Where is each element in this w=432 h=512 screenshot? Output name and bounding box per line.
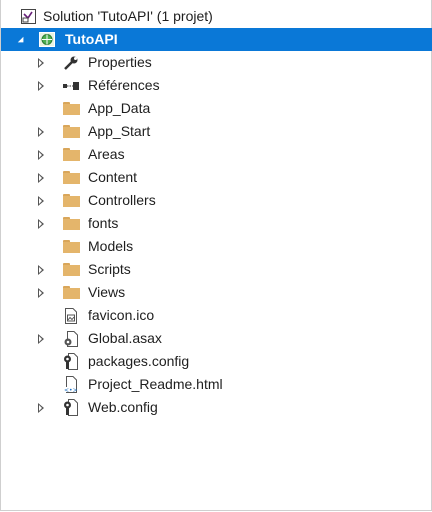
- tree-item-controllers[interactable]: Controllers: [1, 189, 432, 212]
- tree-item-web-config[interactable]: Web.config: [1, 396, 432, 419]
- wrench-icon: [62, 54, 80, 71]
- expand-arrow-icon[interactable]: [34, 120, 48, 143]
- project-label: TutoAPI: [65, 31, 118, 47]
- folder-icon: [62, 169, 80, 186]
- tree-item-label: Areas: [88, 146, 125, 162]
- tree-item-project-readme-html[interactable]: <•> Project_Readme.html: [1, 373, 432, 396]
- tree-item-fonts[interactable]: fonts: [1, 212, 432, 235]
- tree-item-app-start[interactable]: App_Start: [1, 120, 432, 143]
- tree-item-global-asax[interactable]: Global.asax: [1, 327, 432, 350]
- config-file-icon: [62, 353, 80, 370]
- tree-item-models[interactable]: Models: [1, 235, 432, 258]
- tree-item-label: Références: [88, 77, 160, 93]
- expand-arrow-icon[interactable]: [34, 189, 48, 212]
- folder-icon: [62, 123, 80, 140]
- solution-tree: Solution 'TutoAPI' (1 projet) TutoAPI Pr…: [1, 5, 432, 419]
- svg-text:<•>: <•>: [64, 387, 78, 393]
- tree-item-packages-config[interactable]: packages.config: [1, 350, 432, 373]
- expand-arrow-icon[interactable]: [34, 258, 48, 281]
- tree-item-content[interactable]: Content: [1, 166, 432, 189]
- tree-row-project[interactable]: TutoAPI: [1, 28, 432, 51]
- tree-item-label: App_Start: [88, 123, 151, 139]
- tree-item-label: favicon.ico: [88, 307, 155, 323]
- expand-arrow-icon[interactable]: [34, 143, 48, 166]
- collapse-arrow-icon[interactable]: [16, 28, 30, 51]
- solution-explorer-panel: Solution 'TutoAPI' (1 projet) TutoAPI Pr…: [0, 0, 432, 511]
- tree-item-label: App_Data: [88, 100, 151, 116]
- tree-item-label: Project_Readme.html: [88, 376, 223, 392]
- tree-item-label: fonts: [88, 215, 119, 231]
- tree-item-views[interactable]: Views: [1, 281, 432, 304]
- html-file-icon: <•>: [62, 376, 80, 393]
- tree-item-label: Properties: [88, 54, 152, 70]
- tree-item-label: Scripts: [88, 261, 131, 277]
- expand-arrow-icon[interactable]: [34, 166, 48, 189]
- expand-arrow-icon[interactable]: [34, 281, 48, 304]
- tree-item-app-data[interactable]: App_Data: [1, 97, 432, 120]
- expand-arrow-icon[interactable]: [34, 396, 48, 419]
- tree-item-scripts[interactable]: Scripts: [1, 258, 432, 281]
- references-icon: [62, 77, 80, 94]
- asax-file-icon: [62, 330, 80, 347]
- expand-arrow-icon[interactable]: [34, 212, 48, 235]
- expand-arrow-icon[interactable]: [34, 51, 48, 74]
- folder-icon: [62, 100, 80, 117]
- image-file-icon: [62, 307, 80, 324]
- tree-item-favicon-ico[interactable]: favicon.ico: [1, 304, 432, 327]
- folder-icon: [62, 238, 80, 255]
- folder-icon: [62, 284, 80, 301]
- solution-label: Solution 'TutoAPI' (1 projet): [43, 8, 213, 24]
- config-file-icon: [62, 399, 80, 416]
- web-project-icon: [38, 31, 56, 48]
- tree-item-label: Content: [88, 169, 138, 185]
- tree-item-label: Views: [88, 284, 126, 300]
- folder-icon: [62, 261, 80, 278]
- tree-item-label: Web.config: [88, 399, 158, 415]
- tree-row-solution[interactable]: Solution 'TutoAPI' (1 projet): [1, 5, 432, 28]
- tree-item-areas[interactable]: Areas: [1, 143, 432, 166]
- solution-icon: [19, 8, 37, 25]
- folder-icon: [62, 215, 80, 232]
- tree-item-r-f-rences[interactable]: Références: [1, 74, 432, 97]
- expand-arrow-icon[interactable]: [34, 327, 48, 350]
- tree-item-properties[interactable]: Properties: [1, 51, 432, 74]
- folder-icon: [62, 146, 80, 163]
- tree-item-label: Controllers: [88, 192, 156, 208]
- tree-item-label: Global.asax: [88, 330, 162, 346]
- tree-item-label: Models: [88, 238, 134, 254]
- expand-arrow-icon[interactable]: [34, 74, 48, 97]
- tree-item-label: packages.config: [88, 353, 190, 369]
- folder-icon: [62, 192, 80, 209]
